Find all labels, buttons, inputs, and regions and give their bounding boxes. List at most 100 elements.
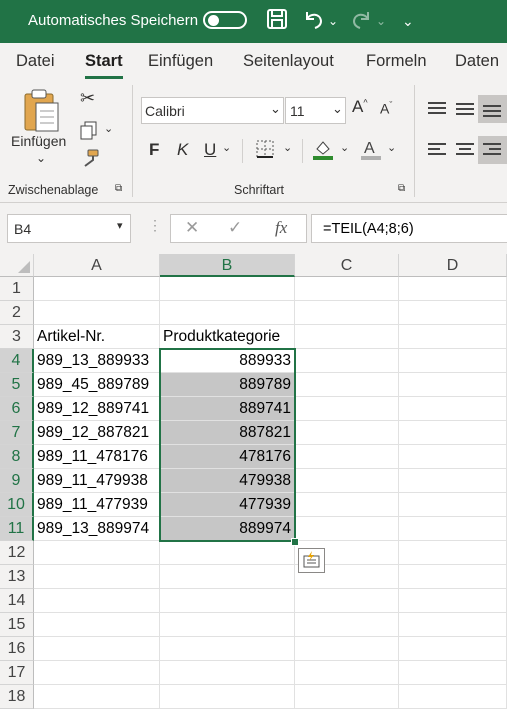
format-painter-icon[interactable]: [80, 149, 100, 174]
cell-d10[interactable]: [399, 493, 507, 517]
tab-seitenlayout[interactable]: Seitenlayout: [243, 52, 334, 71]
cell-c4[interactable]: [295, 349, 399, 373]
borders-dropdown-icon[interactable]: ⌄: [283, 141, 292, 154]
cell-b5[interactable]: 889789: [160, 373, 295, 397]
enter-icon[interactable]: ✓: [228, 218, 242, 238]
cell-b14[interactable]: [160, 589, 295, 613]
cell-b11[interactable]: 889974: [160, 517, 295, 541]
cell-a6[interactable]: 989_12_889741: [34, 397, 160, 421]
row-header[interactable]: 18: [0, 685, 34, 709]
fill-handle[interactable]: [291, 538, 299, 546]
row-header[interactable]: 5: [0, 373, 34, 397]
cell-a18[interactable]: [34, 685, 160, 709]
cell-a9[interactable]: 989_11_479938: [34, 469, 160, 493]
font-color-icon[interactable]: A: [360, 137, 382, 166]
cell-b7[interactable]: 887821: [160, 421, 295, 445]
cell-b17[interactable]: [160, 661, 295, 685]
undo-icon[interactable]: [303, 8, 325, 37]
redo-icon[interactable]: [350, 8, 372, 37]
cell-a4[interactable]: 989_13_889933: [34, 349, 160, 373]
cell-d3[interactable]: [399, 325, 507, 349]
cell-d2[interactable]: [399, 301, 507, 325]
row-header[interactable]: 2: [0, 301, 34, 325]
row-header[interactable]: 11: [0, 517, 34, 541]
row-header[interactable]: 9: [0, 469, 34, 493]
row-header[interactable]: 6: [0, 397, 34, 421]
tab-start[interactable]: Start: [85, 52, 123, 79]
flash-fill-options-icon[interactable]: [298, 548, 325, 573]
row-header[interactable]: 17: [0, 661, 34, 685]
cell-c2[interactable]: [295, 301, 399, 325]
cut-icon[interactable]: ✂: [80, 88, 95, 109]
row-header[interactable]: 8: [0, 445, 34, 469]
cell-a8[interactable]: 989_11_478176: [34, 445, 160, 469]
save-icon[interactable]: [266, 8, 288, 37]
cell-b16[interactable]: [160, 637, 295, 661]
row-header[interactable]: 3: [0, 325, 34, 349]
cell-a3[interactable]: Artikel-Nr.: [34, 325, 160, 349]
cell-c16[interactable]: [295, 637, 399, 661]
row-header[interactable]: 15: [0, 613, 34, 637]
cell-b15[interactable]: [160, 613, 295, 637]
align-bottom-button[interactable]: [478, 95, 507, 123]
cell-c18[interactable]: [295, 685, 399, 709]
cell-d12[interactable]: [399, 541, 507, 565]
cell-b4[interactable]: 889933: [160, 349, 295, 373]
cell-b10[interactable]: 477939: [160, 493, 295, 517]
undo-dropdown-icon[interactable]: ⌄: [328, 8, 338, 34]
cell-a13[interactable]: [34, 565, 160, 589]
cell-c6[interactable]: [295, 397, 399, 421]
cell-c17[interactable]: [295, 661, 399, 685]
cell-c11[interactable]: [295, 517, 399, 541]
paste-label[interactable]: Einfügen: [11, 133, 66, 149]
cell-c5[interactable]: [295, 373, 399, 397]
shrink-font-icon[interactable]: Aˇ: [380, 100, 392, 117]
align-top-icon[interactable]: [427, 101, 447, 122]
align-center-icon[interactable]: [455, 142, 475, 163]
column-header-c[interactable]: C: [295, 254, 399, 277]
cell-c9[interactable]: [295, 469, 399, 493]
cell-b1[interactable]: [160, 277, 295, 301]
cell-d1[interactable]: [399, 277, 507, 301]
tab-daten[interactable]: Daten: [455, 52, 499, 71]
cell-a1[interactable]: [34, 277, 160, 301]
cell-c10[interactable]: [295, 493, 399, 517]
cell-c1[interactable]: [295, 277, 399, 301]
row-header[interactable]: 14: [0, 589, 34, 613]
cell-a12[interactable]: [34, 541, 160, 565]
cell-a5[interactable]: 989_45_889789: [34, 373, 160, 397]
cell-d14[interactable]: [399, 589, 507, 613]
column-header-a[interactable]: A: [34, 254, 160, 277]
cell-a16[interactable]: [34, 637, 160, 661]
redo-dropdown-icon[interactable]: ⌄: [376, 8, 386, 34]
cell-c7[interactable]: [295, 421, 399, 445]
cell-a11[interactable]: 989_13_889974: [34, 517, 160, 541]
cell-b18[interactable]: [160, 685, 295, 709]
paste-dropdown-icon[interactable]: ⌄: [36, 151, 46, 165]
cell-c14[interactable]: [295, 589, 399, 613]
customize-toolbar-icon[interactable]: ⌄: [402, 8, 414, 34]
row-header[interactable]: 4: [0, 349, 34, 373]
cell-b3[interactable]: Produktkategorie: [160, 325, 295, 349]
underline-dropdown-icon[interactable]: ⌄: [222, 141, 231, 154]
borders-icon[interactable]: [255, 139, 275, 164]
row-header[interactable]: 16: [0, 637, 34, 661]
column-header-d[interactable]: D: [399, 254, 507, 277]
row-header[interactable]: 7: [0, 421, 34, 445]
bold-button[interactable]: F: [149, 140, 159, 160]
align-middle-icon[interactable]: [455, 101, 475, 122]
tab-datei[interactable]: Datei: [16, 52, 55, 71]
cancel-icon[interactable]: ✕: [185, 218, 199, 238]
cell-d16[interactable]: [399, 637, 507, 661]
font-name-select[interactable]: Calibri ⌄: [141, 97, 284, 124]
cell-a14[interactable]: [34, 589, 160, 613]
cell-d18[interactable]: [399, 685, 507, 709]
align-left-icon[interactable]: [427, 142, 447, 163]
cell-d4[interactable]: [399, 349, 507, 373]
copy-dropdown-icon[interactable]: ⌄: [104, 122, 113, 135]
grow-font-icon[interactable]: A^: [352, 97, 368, 117]
cell-c8[interactable]: [295, 445, 399, 469]
cell-b13[interactable]: [160, 565, 295, 589]
cell-a10[interactable]: 989_11_477939: [34, 493, 160, 517]
cell-b9[interactable]: 479938: [160, 469, 295, 493]
